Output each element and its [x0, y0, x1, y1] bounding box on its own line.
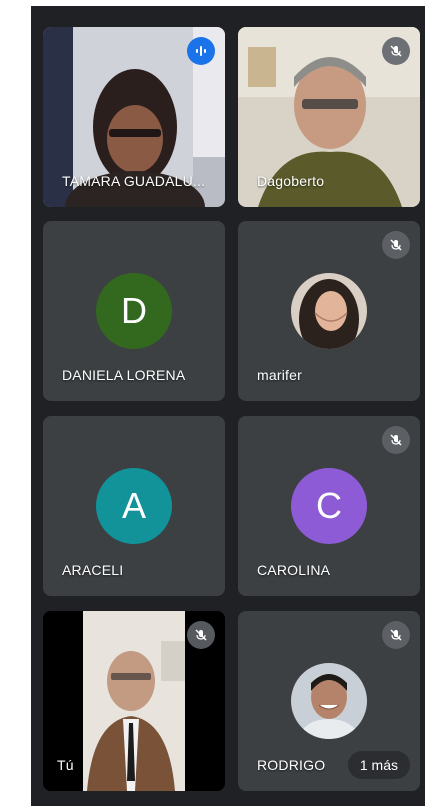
- participant-tile-carolina[interactable]: C CAROLINA: [238, 416, 420, 596]
- participant-tile-self[interactable]: Tú: [43, 611, 225, 791]
- avatar: D: [96, 273, 172, 349]
- mic-off-icon: [382, 426, 410, 454]
- participant-name: CAROLINA: [257, 562, 331, 578]
- mic-off-icon: [382, 37, 410, 65]
- participant-tile-marifer[interactable]: marifer: [238, 221, 420, 401]
- participant-name: Dagoberto: [257, 173, 325, 189]
- avatar: C: [291, 468, 367, 544]
- participant-tile-rodrigo[interactable]: RODRIGO 1 más: [238, 611, 420, 791]
- avatar: [291, 663, 367, 739]
- avatar: A: [96, 468, 172, 544]
- mic-off-icon: [382, 621, 410, 649]
- participant-tile-dagoberto[interactable]: Dagoberto: [238, 27, 420, 207]
- mic-off-icon: [187, 621, 215, 649]
- participant-name: RODRIGO: [257, 757, 326, 773]
- mic-off-icon: [382, 231, 410, 259]
- participant-name: Tú: [57, 757, 74, 773]
- participant-tile-daniela[interactable]: D DANIELA LORENA: [43, 221, 225, 401]
- audio-level-icon: [187, 37, 215, 65]
- avatar: [291, 273, 367, 349]
- participant-name: DANIELA LORENA: [62, 367, 186, 383]
- participant-tile-araceli[interactable]: A ARACELI: [43, 416, 225, 596]
- participant-tile-tamara[interactable]: TAMARA GUADALU...: [43, 27, 225, 207]
- participant-name: marifer: [257, 367, 302, 383]
- meeting-grid: TAMARA GUADALU... Dagoberto D DANIELA LO…: [31, 6, 425, 806]
- more-participants-button[interactable]: 1 más: [347, 751, 410, 779]
- participant-name: ARACELI: [62, 562, 124, 578]
- participant-name: TAMARA GUADALU...: [62, 173, 206, 189]
